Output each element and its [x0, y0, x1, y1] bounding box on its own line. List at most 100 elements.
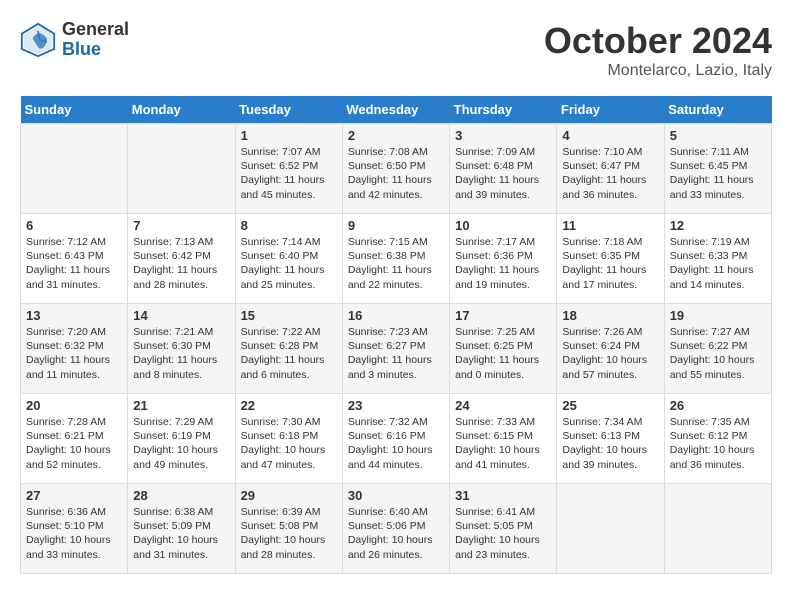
day-number: 28 — [133, 488, 229, 503]
day-cell: 31Sunrise: 6:41 AM Sunset: 5:05 PM Dayli… — [450, 484, 557, 574]
day-cell: 9 Sunrise: 7:15 AM Sunset: 6:38 PM Daylig… — [342, 214, 449, 304]
day-cell: 1 Sunrise: 7:07 AM Sunset: 6:52 PM Daylig… — [235, 124, 342, 214]
day-cell: 15Sunrise: 7:22 AM Sunset: 6:28 PM Dayli… — [235, 304, 342, 394]
logo-text: General Blue — [62, 20, 129, 60]
day-info: Sunrise: 6:41 AM Sunset: 5:05 PM Dayligh… — [455, 506, 540, 561]
day-number: 19 — [670, 308, 766, 323]
day-number: 4 — [562, 128, 658, 143]
logo-general: General — [62, 20, 129, 40]
day-info: Sunrise: 7:27 AM Sunset: 6:22 PM Dayligh… — [670, 326, 755, 381]
day-info: Sunrise: 7:07 AM Sunset: 6:52 PM Dayligh… — [241, 146, 325, 201]
day-cell: 23 Sunrise: 7:32 AM Sunset: 6:16 PM Dayli… — [342, 394, 449, 484]
location-subtitle: Montelarco, Lazio, Italy — [544, 62, 772, 80]
column-header-saturday: Saturday — [664, 96, 771, 124]
week-row-1: 1 Sunrise: 7:07 AM Sunset: 6:52 PM Daylig… — [21, 124, 772, 214]
day-number: 29 — [241, 488, 337, 503]
day-number: 25 — [562, 398, 658, 413]
week-row-2: 6 Sunrise: 7:12 AM Sunset: 6:43 PM Daylig… — [21, 214, 772, 304]
week-row-5: 27 Sunrise: 6:36 AM Sunset: 5:10 PM Dayli… — [21, 484, 772, 574]
header-row: SundayMondayTuesdayWednesdayThursdayFrid… — [21, 96, 772, 124]
day-cell: 2Sunrise: 7:08 AM Sunset: 6:50 PM Daylig… — [342, 124, 449, 214]
day-info: Sunrise: 7:33 AM Sunset: 6:15 PM Dayligh… — [455, 416, 540, 471]
day-info: Sunrise: 7:14 AM Sunset: 6:40 PM Dayligh… — [241, 236, 325, 291]
day-info: Sunrise: 7:28 AM Sunset: 6:21 PM Dayligh… — [26, 416, 111, 471]
day-info: Sunrise: 7:11 AM Sunset: 6:45 PM Dayligh… — [670, 146, 754, 201]
day-cell: 26 Sunrise: 7:35 AM Sunset: 6:12 PM Dayli… — [664, 394, 771, 484]
day-info: Sunrise: 7:21 AM Sunset: 6:30 PM Dayligh… — [133, 326, 217, 381]
day-cell: 3Sunrise: 7:09 AM Sunset: 6:48 PM Daylig… — [450, 124, 557, 214]
column-header-friday: Friday — [557, 96, 664, 124]
day-info: Sunrise: 7:15 AM Sunset: 6:38 PM Dayligh… — [348, 236, 432, 291]
day-number: 18 — [562, 308, 658, 323]
day-number: 27 — [26, 488, 122, 503]
day-cell: 8 Sunrise: 7:14 AM Sunset: 6:40 PM Daylig… — [235, 214, 342, 304]
column-header-thursday: Thursday — [450, 96, 557, 124]
day-cell: 7 Sunrise: 7:13 AM Sunset: 6:42 PM Daylig… — [128, 214, 235, 304]
week-row-4: 20 Sunrise: 7:28 AM Sunset: 6:21 PM Dayli… — [21, 394, 772, 484]
day-info: Sunrise: 6:36 AM Sunset: 5:10 PM Dayligh… — [26, 506, 111, 561]
day-info: Sunrise: 7:18 AM Sunset: 6:35 PM Dayligh… — [562, 236, 646, 291]
day-info: Sunrise: 7:34 AM Sunset: 6:13 PM Dayligh… — [562, 416, 647, 471]
day-number: 20 — [26, 398, 122, 413]
day-info: Sunrise: 6:39 AM Sunset: 5:08 PM Dayligh… — [241, 506, 326, 561]
day-cell: 22 Sunrise: 7:30 AM Sunset: 6:18 PM Dayli… — [235, 394, 342, 484]
day-cell: 18 Sunrise: 7:26 AM Sunset: 6:24 PM Dayli… — [557, 304, 664, 394]
logo-icon — [20, 22, 56, 58]
column-header-wednesday: Wednesday — [342, 96, 449, 124]
day-cell: 4Sunrise: 7:10 AM Sunset: 6:47 PM Daylig… — [557, 124, 664, 214]
day-number: 13 — [26, 308, 122, 323]
day-number: 30 — [348, 488, 444, 503]
day-cell: 14 Sunrise: 7:21 AM Sunset: 6:30 PM Dayli… — [128, 304, 235, 394]
day-number: 6 — [26, 218, 122, 233]
day-number: 7 — [133, 218, 229, 233]
day-cell: 6 Sunrise: 7:12 AM Sunset: 6:43 PM Daylig… — [21, 214, 128, 304]
day-cell: 16Sunrise: 7:23 AM Sunset: 6:27 PM Dayli… — [342, 304, 449, 394]
day-number: 10 — [455, 218, 551, 233]
week-row-3: 13Sunrise: 7:20 AM Sunset: 6:32 PM Dayli… — [21, 304, 772, 394]
day-info: Sunrise: 7:12 AM Sunset: 6:43 PM Dayligh… — [26, 236, 110, 291]
calendar-table: SundayMondayTuesdayWednesdayThursdayFrid… — [20, 96, 772, 574]
day-info: Sunrise: 6:40 AM Sunset: 5:06 PM Dayligh… — [348, 506, 433, 561]
day-number: 14 — [133, 308, 229, 323]
day-info: Sunrise: 7:35 AM Sunset: 6:12 PM Dayligh… — [670, 416, 755, 471]
day-cell: 30 Sunrise: 6:40 AM Sunset: 5:06 PM Dayli… — [342, 484, 449, 574]
day-number: 5 — [670, 128, 766, 143]
day-info: Sunrise: 7:17 AM Sunset: 6:36 PM Dayligh… — [455, 236, 539, 291]
day-cell: 5 Sunrise: 7:11 AM Sunset: 6:45 PM Daylig… — [664, 124, 771, 214]
title-block: October 2024 Montelarco, Lazio, Italy — [544, 20, 772, 80]
day-number: 22 — [241, 398, 337, 413]
day-cell — [557, 484, 664, 574]
day-number: 26 — [670, 398, 766, 413]
column-header-sunday: Sunday — [21, 96, 128, 124]
day-info: Sunrise: 7:29 AM Sunset: 6:19 PM Dayligh… — [133, 416, 218, 471]
day-cell: 29 Sunrise: 6:39 AM Sunset: 5:08 PM Dayli… — [235, 484, 342, 574]
day-number: 8 — [241, 218, 337, 233]
day-info: Sunrise: 7:09 AM Sunset: 6:48 PM Dayligh… — [455, 146, 539, 201]
day-number: 2 — [348, 128, 444, 143]
day-info: Sunrise: 7:32 AM Sunset: 6:16 PM Dayligh… — [348, 416, 433, 471]
day-info: Sunrise: 7:30 AM Sunset: 6:18 PM Dayligh… — [241, 416, 326, 471]
day-number: 9 — [348, 218, 444, 233]
column-header-tuesday: Tuesday — [235, 96, 342, 124]
day-info: Sunrise: 7:19 AM Sunset: 6:33 PM Dayligh… — [670, 236, 754, 291]
day-cell: 19 Sunrise: 7:27 AM Sunset: 6:22 PM Dayli… — [664, 304, 771, 394]
day-info: Sunrise: 7:26 AM Sunset: 6:24 PM Dayligh… — [562, 326, 647, 381]
day-cell: 21Sunrise: 7:29 AM Sunset: 6:19 PM Dayli… — [128, 394, 235, 484]
day-number: 24 — [455, 398, 551, 413]
day-cell: 13Sunrise: 7:20 AM Sunset: 6:32 PM Dayli… — [21, 304, 128, 394]
day-cell: 20 Sunrise: 7:28 AM Sunset: 6:21 PM Dayli… — [21, 394, 128, 484]
logo-blue: Blue — [62, 40, 129, 60]
logo: General Blue — [20, 20, 129, 60]
day-info: Sunrise: 7:22 AM Sunset: 6:28 PM Dayligh… — [241, 326, 325, 381]
day-cell: 11Sunrise: 7:18 AM Sunset: 6:35 PM Dayli… — [557, 214, 664, 304]
day-info: Sunrise: 7:13 AM Sunset: 6:42 PM Dayligh… — [133, 236, 217, 291]
column-header-monday: Monday — [128, 96, 235, 124]
day-cell: 17Sunrise: 7:25 AM Sunset: 6:25 PM Dayli… — [450, 304, 557, 394]
day-cell — [21, 124, 128, 214]
day-number: 23 — [348, 398, 444, 413]
page-header: General Blue October 2024 Montelarco, La… — [20, 20, 772, 80]
day-cell: 10 Sunrise: 7:17 AM Sunset: 6:36 PM Dayli… — [450, 214, 557, 304]
day-cell: 24 Sunrise: 7:33 AM Sunset: 6:15 PM Dayli… — [450, 394, 557, 484]
day-number: 1 — [241, 128, 337, 143]
day-number: 17 — [455, 308, 551, 323]
